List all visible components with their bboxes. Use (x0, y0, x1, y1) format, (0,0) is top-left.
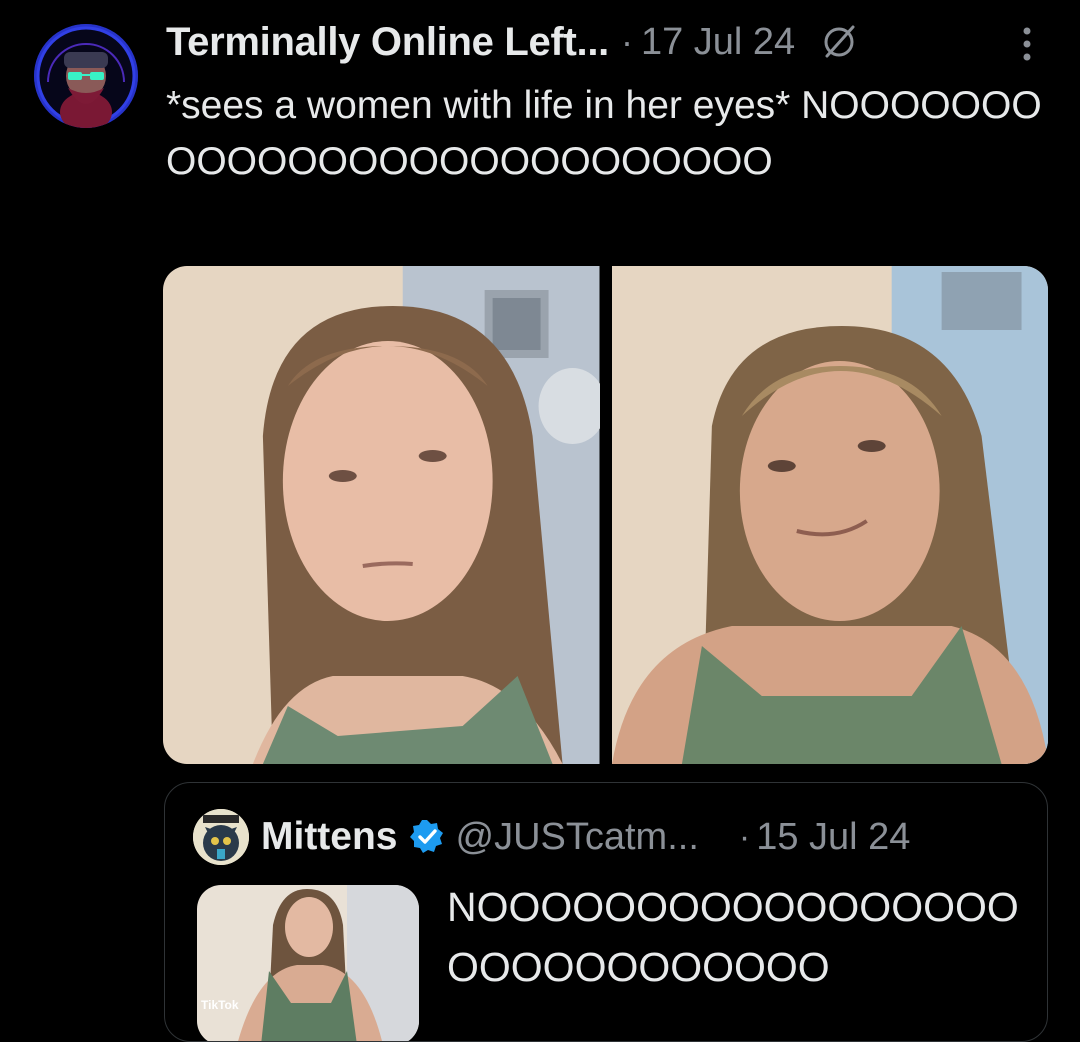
separator-dot: · (620, 21, 633, 62)
quoted-author-name[interactable]: Mittens (261, 815, 398, 859)
quoted-author-handle[interactable]: @JUSTcatm... (456, 816, 699, 859)
more-vertical-icon[interactable] (1012, 22, 1042, 66)
quoted-tweet[interactable]: Mittens @JUSTcatm... · 15 Jul 24 TikTok (164, 782, 1048, 1042)
verified-badge-icon (408, 818, 446, 856)
quoted-tweet-header: Mittens @JUSTcatm... · 15 Jul 24 (193, 807, 910, 867)
quoted-media-thumbnail[interactable]: TikTok (197, 885, 419, 1041)
tweet[interactable]: Terminally Online Left... · 17 Jul 24 *s… (0, 0, 1080, 1042)
author-avatar[interactable] (34, 24, 138, 128)
grok-slash-icon[interactable] (819, 22, 859, 62)
photo-left[interactable] (163, 266, 600, 764)
author-name[interactable]: Terminally Online Left... (166, 20, 609, 65)
tweet-date[interactable]: 17 Jul 24 (641, 21, 795, 64)
quoted-tweet-text: NOOOOOOOOOOOOOOOOOOOOOOOOOOOOO (447, 884, 1019, 990)
tiktok-watermark: TikTok (201, 998, 239, 1012)
tweet-media[interactable] (163, 266, 1048, 764)
tweet-text: *sees a women with life in her eyes* NOO… (166, 84, 1042, 183)
tweet-header: Terminally Online Left... · 17 Jul 24 (166, 14, 859, 70)
quoted-tweet-date[interactable]: 15 Jul 24 (756, 816, 910, 859)
separator-dot: · (738, 817, 751, 856)
photo-right[interactable] (611, 266, 1048, 764)
quoted-author-avatar[interactable] (193, 809, 249, 865)
